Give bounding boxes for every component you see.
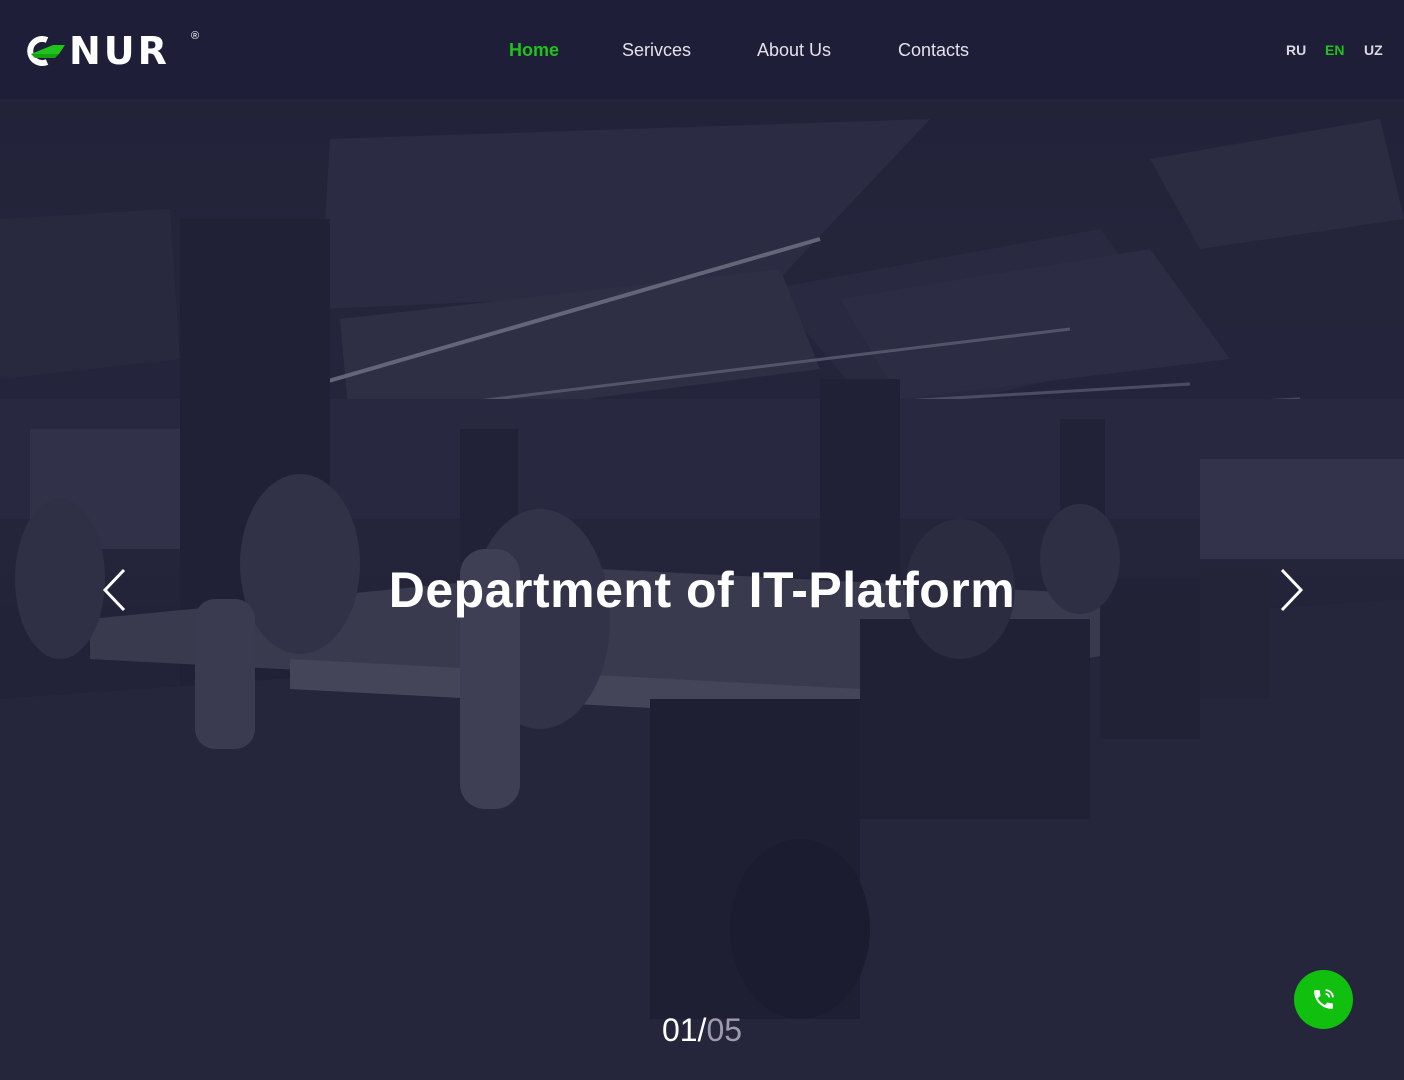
main-nav: Home Serivces About Us Contacts bbox=[0, 0, 1404, 99]
chevron-right-icon bbox=[1280, 568, 1304, 612]
language-ru[interactable]: RU bbox=[1286, 42, 1306, 58]
hero-title: Department of IT-Platform bbox=[388, 562, 1016, 618]
slide-counter: 01/05 bbox=[0, 1012, 1404, 1049]
hero-slider: Department of IT-Platform 01/05 bbox=[0, 99, 1404, 1080]
call-button[interactable] bbox=[1294, 970, 1353, 1029]
language-uz[interactable]: UZ bbox=[1364, 42, 1383, 58]
nav-item-services[interactable]: Serivces bbox=[622, 38, 691, 62]
phone-icon bbox=[1314, 989, 1334, 1009]
site-header: NUR ® Home Serivces About Us Contacts RU… bbox=[0, 0, 1404, 99]
language-en[interactable]: EN bbox=[1325, 42, 1344, 58]
slide-total: 05 bbox=[706, 1012, 743, 1048]
nav-item-about-us[interactable]: About Us bbox=[757, 38, 831, 62]
chevron-left-icon bbox=[102, 568, 126, 612]
page: Department of IT-Platform 01/05 NUR ® Ho… bbox=[0, 0, 1404, 1080]
slide-current: 01 bbox=[661, 1012, 698, 1048]
prev-slide-button[interactable] bbox=[100, 567, 130, 613]
nav-item-contacts[interactable]: Contacts bbox=[898, 38, 969, 62]
next-slide-button[interactable] bbox=[1276, 567, 1306, 613]
nav-item-home[interactable]: Home bbox=[509, 38, 559, 62]
